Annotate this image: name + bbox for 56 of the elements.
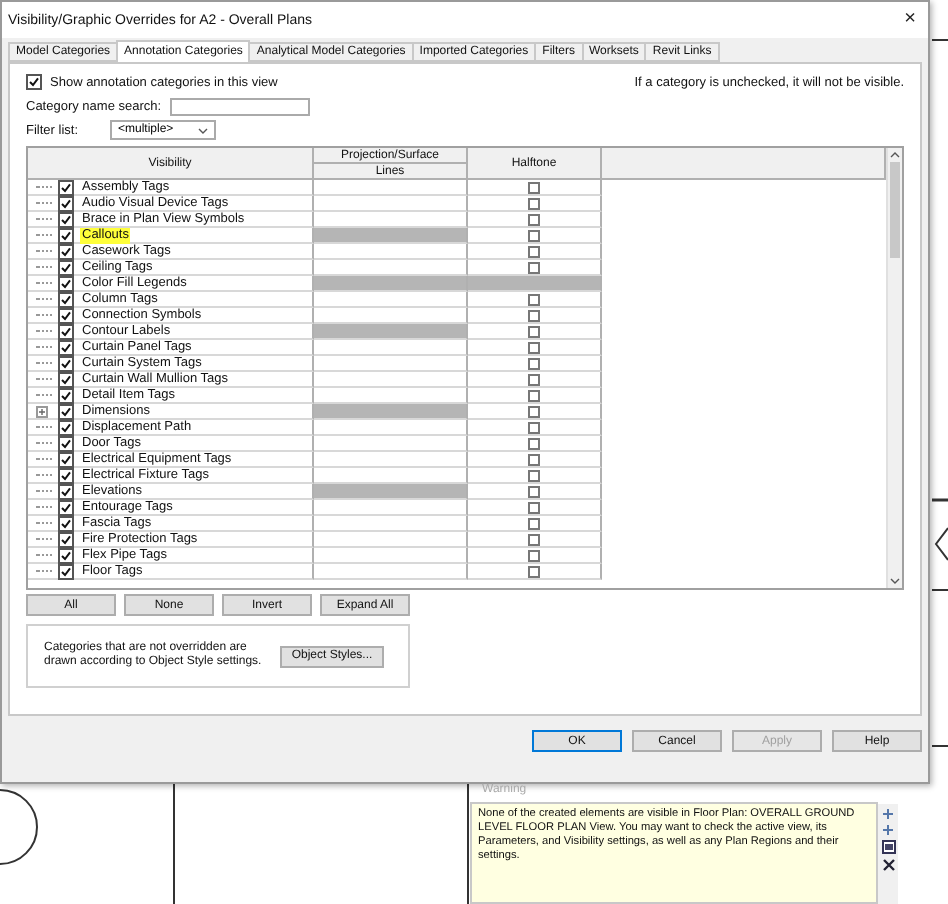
lines-cell[interactable]	[314, 532, 468, 548]
checkbox[interactable]	[528, 501, 540, 513]
checkbox[interactable]	[528, 293, 540, 305]
chevron-icon	[198, 127, 208, 133]
checkbox[interactable]	[528, 533, 540, 545]
lines-cell[interactable]	[314, 308, 468, 324]
lines-cell[interactable]	[314, 292, 468, 308]
checkbox[interactable]	[528, 405, 540, 417]
lines-cell[interactable]	[314, 420, 468, 436]
expand-icon[interactable]	[36, 405, 48, 417]
checkbox[interactable]	[528, 309, 540, 321]
checkbox[interactable]	[528, 341, 540, 353]
checkbox[interactable]	[528, 373, 540, 385]
checkbox[interactable]	[528, 517, 540, 529]
lines-cell[interactable]	[314, 468, 468, 484]
lines-cell[interactable]	[314, 260, 468, 276]
checkbox[interactable]	[528, 421, 540, 433]
checkbox[interactable]	[528, 181, 540, 193]
lines-cell[interactable]	[314, 452, 468, 468]
plus-icon[interactable]	[882, 824, 894, 836]
lines-cell[interactable]	[314, 388, 468, 404]
lines-cell[interactable]	[314, 516, 468, 532]
scroll-up-icon[interactable]	[890, 152, 900, 158]
checkbox[interactable]	[528, 197, 540, 209]
close-icon[interactable]	[881, 858, 895, 872]
lines-cell[interactable]	[314, 372, 468, 388]
checkbox[interactable]	[528, 565, 540, 577]
lines-cell[interactable]	[314, 356, 468, 372]
window-icon[interactable]	[881, 840, 895, 854]
checkbox[interactable]	[528, 261, 540, 273]
lines-cell[interactable]	[314, 180, 468, 196]
checkbox[interactable]	[528, 245, 540, 257]
search-field[interactable]	[169, 97, 310, 115]
lines-cell[interactable]	[314, 196, 468, 212]
checkbox[interactable]	[528, 485, 540, 497]
checkbox[interactable]	[528, 229, 540, 241]
scrollbar[interactable]	[886, 148, 902, 588]
plus-icon[interactable]	[882, 808, 894, 820]
lines-cell[interactable]	[314, 548, 468, 564]
checkbox[interactable]	[528, 213, 540, 225]
checkbox[interactable]	[528, 549, 540, 561]
lines-cell[interactable]	[314, 500, 468, 516]
checkbox[interactable]	[528, 437, 540, 449]
checkbox[interactable]	[528, 389, 540, 401]
checkbox[interactable]	[528, 469, 540, 481]
lines-cell[interactable]	[314, 212, 468, 228]
lines-cell[interactable]	[314, 244, 468, 260]
checkbox[interactable]	[528, 357, 540, 369]
lines-cell[interactable]	[314, 564, 468, 580]
lines-cell[interactable]	[314, 436, 468, 452]
lines-cell[interactable]	[314, 340, 468, 356]
checkbox[interactable]	[26, 74, 42, 90]
scroll-down-icon[interactable]	[890, 578, 900, 584]
checkbox[interactable]	[528, 325, 540, 337]
checkbox[interactable]	[528, 453, 540, 465]
close-button[interactable]: ×	[904, 10, 916, 30]
